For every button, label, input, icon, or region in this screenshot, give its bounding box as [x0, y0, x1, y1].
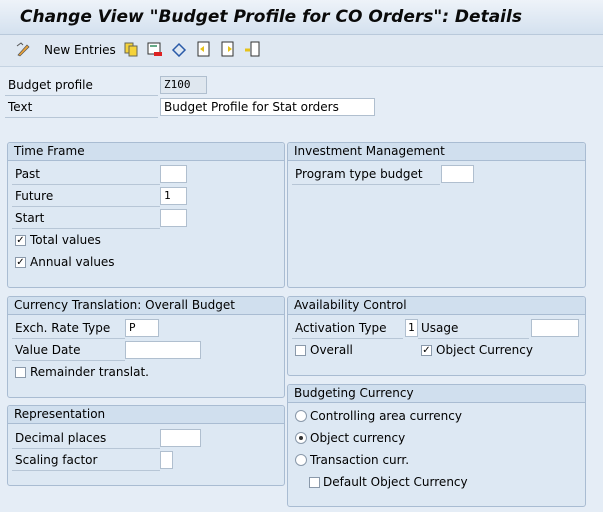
- transaction-currency-radio[interactable]: [295, 454, 307, 466]
- past-label: Past: [12, 165, 160, 185]
- scaling-factor-label: Scaling factor: [12, 451, 160, 471]
- exch-rate-type-label: Exch. Rate Type: [12, 319, 125, 339]
- annual-values-label: Annual values: [30, 255, 115, 269]
- total-values-checkbox[interactable]: ✓: [15, 235, 26, 246]
- text-label: Text: [5, 98, 158, 118]
- value-date-label: Value Date: [12, 341, 125, 361]
- group-title: Time Frame: [8, 143, 284, 161]
- radio-label: Object currency: [310, 431, 406, 445]
- program-type-label: Program type budget: [292, 165, 440, 185]
- investment-management-group: Investment Management: [287, 142, 586, 288]
- group-title: Currency Translation: Overall Budget: [8, 297, 284, 315]
- overall-checkbox[interactable]: [295, 345, 306, 356]
- radio-label: Controlling area currency: [310, 409, 462, 423]
- radio-label: Transaction curr.: [310, 453, 410, 467]
- decimal-places-label: Decimal places: [12, 429, 160, 449]
- group-title: Representation: [8, 406, 284, 424]
- start-field[interactable]: [160, 209, 187, 227]
- program-type-field[interactable]: [441, 165, 474, 183]
- text-field[interactable]: Budget Profile for Stat orders: [160, 98, 375, 116]
- remainder-translation-checkbox[interactable]: [15, 367, 26, 378]
- object-currency-checkbox[interactable]: ✓: [421, 345, 432, 356]
- overall-label: Overall: [310, 343, 353, 357]
- group-title: Availability Control: [288, 297, 585, 315]
- start-label: Start: [12, 209, 160, 229]
- annual-values-checkbox[interactable]: ✓: [15, 257, 26, 268]
- scaling-factor-field[interactable]: [160, 451, 173, 469]
- activation-type-label: Activation Type: [292, 319, 403, 339]
- usage-label: Usage: [418, 319, 529, 339]
- remainder-translation-label: Remainder translat.: [30, 365, 149, 379]
- controlling-area-currency-radio[interactable]: [295, 410, 307, 422]
- next-entry-icon[interactable]: [220, 41, 236, 57]
- total-values-label: Total values: [30, 233, 101, 247]
- previous-entry-icon[interactable]: [196, 41, 212, 57]
- budget-profile-label: Budget profile: [5, 76, 158, 96]
- select-icon[interactable]: [244, 41, 260, 57]
- group-title: Investment Management: [288, 143, 585, 161]
- budget-profile-field: Z100: [160, 76, 207, 94]
- value-date-field[interactable]: [125, 341, 201, 359]
- decimal-places-field[interactable]: [160, 429, 201, 447]
- object-currency-radio[interactable]: [295, 432, 307, 444]
- default-object-currency-checkbox[interactable]: [309, 477, 320, 488]
- past-field[interactable]: [160, 165, 187, 183]
- group-title: Budgeting Currency: [288, 385, 585, 403]
- activation-type-field[interactable]: 1: [405, 319, 418, 337]
- object-currency-label: Object Currency: [436, 343, 533, 357]
- new-entries-button[interactable]: New Entries: [44, 43, 116, 57]
- default-object-currency-label: Default Object Currency: [323, 475, 468, 489]
- copy-icon[interactable]: [123, 41, 139, 57]
- future-field[interactable]: 1: [160, 187, 187, 205]
- exch-rate-type-field[interactable]: P: [125, 319, 159, 337]
- page-title: Change View "Budget Profile for CO Order…: [20, 7, 522, 27]
- delete-icon[interactable]: [147, 41, 163, 57]
- undo-icon[interactable]: [171, 41, 187, 57]
- future-label: Future: [12, 187, 160, 207]
- edit-icon[interactable]: [15, 41, 31, 57]
- usage-field[interactable]: [531, 319, 579, 337]
